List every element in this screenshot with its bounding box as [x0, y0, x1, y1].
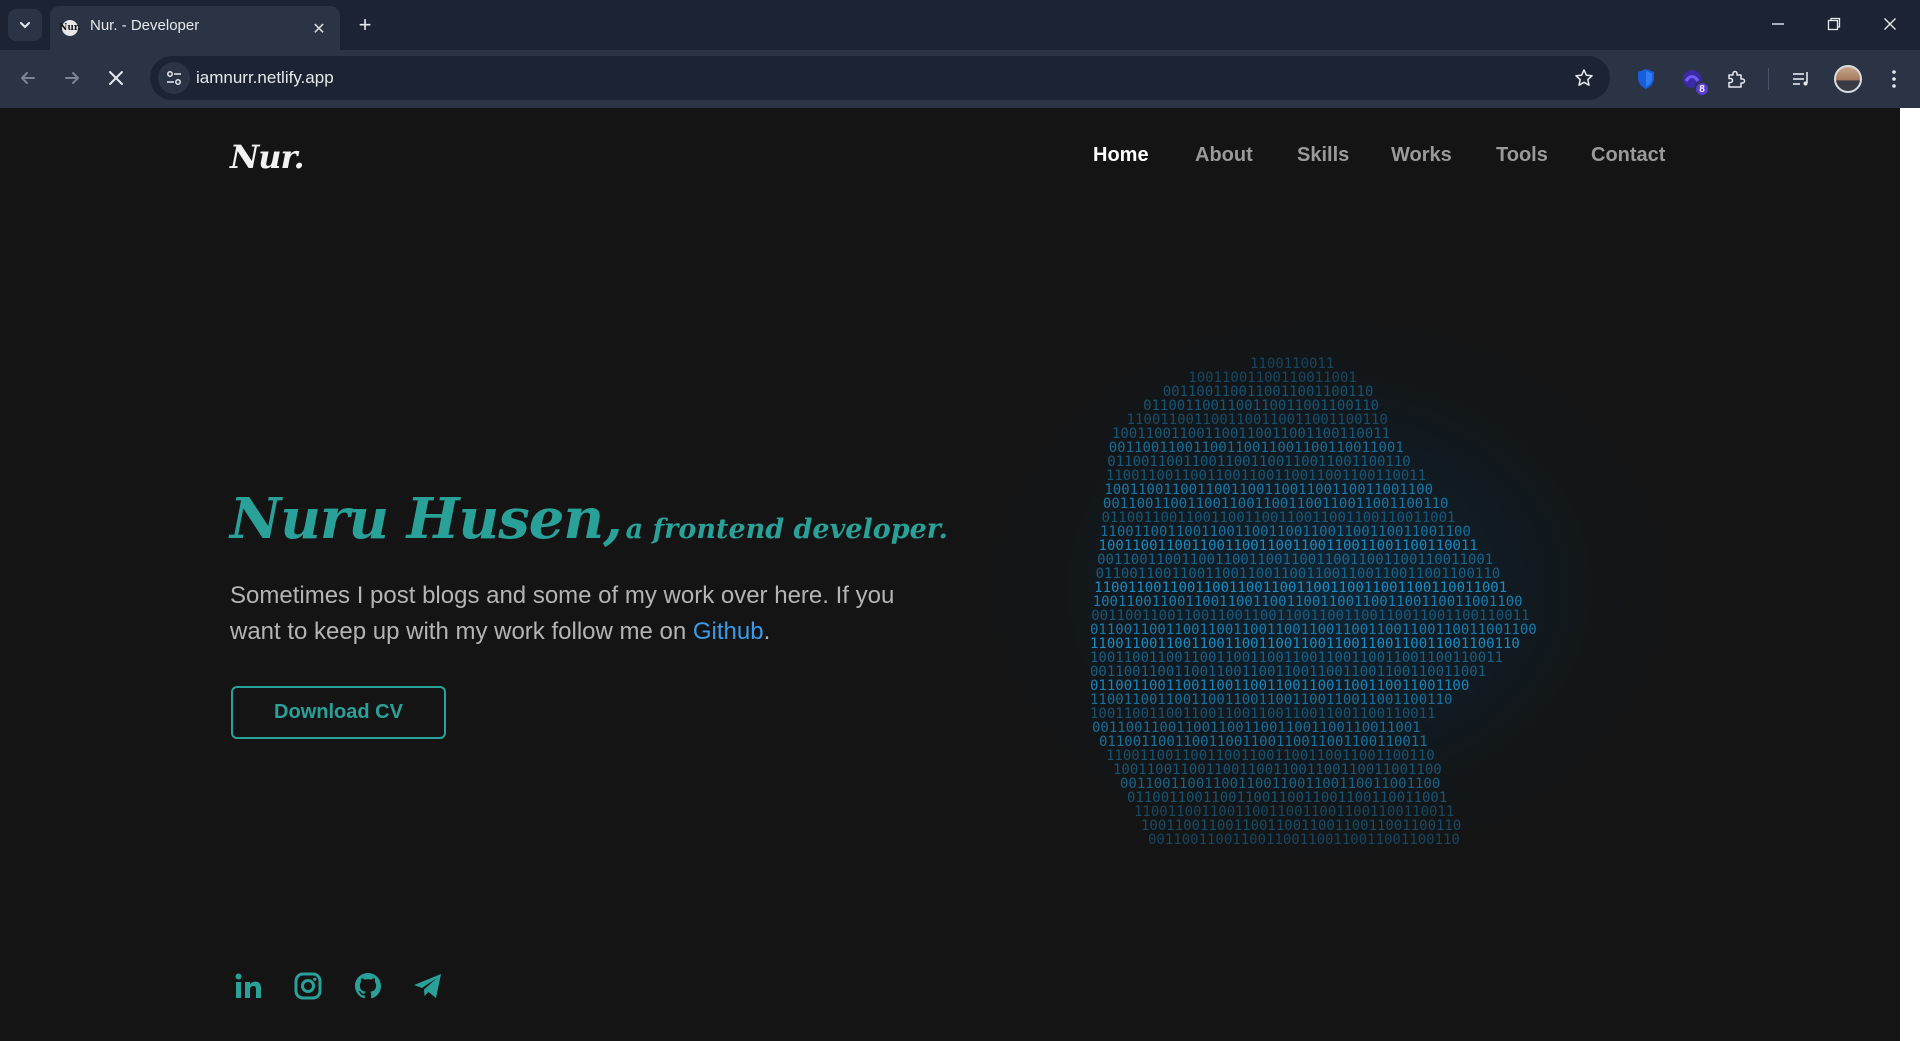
- hero-name: Nuru Husen,: [230, 486, 623, 552]
- stop-icon: [109, 71, 123, 85]
- chevron-down-icon: [20, 22, 30, 29]
- hero-heading: Nuru Husen, a frontend developer.: [230, 486, 948, 552]
- nav-contact[interactable]: Contact: [1591, 144, 1665, 167]
- browser-toolbar: iamnurr.netlify.app 8: [0, 50, 1920, 108]
- hero-role: a frontend developer.: [625, 514, 948, 545]
- media-controls-icon[interactable]: [1785, 63, 1817, 95]
- close-tab-icon[interactable]: ✕: [308, 17, 330, 39]
- url-text[interactable]: iamnurr.netlify.app: [196, 68, 334, 88]
- telegram-icon[interactable]: [410, 968, 446, 1004]
- arrow-left-icon: [21, 72, 35, 84]
- nav-about[interactable]: About: [1195, 144, 1253, 167]
- minimize-button[interactable]: [1758, 8, 1798, 40]
- restore-icon: [1827, 17, 1841, 31]
- menu-kebab-icon[interactable]: [1878, 63, 1910, 95]
- nav-skills[interactable]: Skills: [1297, 144, 1349, 167]
- extensions-puzzle-icon[interactable]: [1720, 63, 1752, 95]
- arrow-right-icon: [65, 72, 79, 84]
- github-icon[interactable]: [350, 968, 386, 1004]
- nav-tools[interactable]: Tools: [1496, 144, 1548, 167]
- hero-description: Sometimes I post blogs and some of my wo…: [230, 578, 910, 650]
- bookmark-star-icon[interactable]: [1572, 66, 1596, 90]
- new-tab-button[interactable]: +: [352, 12, 378, 38]
- purple-extension-icon[interactable]: 8: [1676, 63, 1710, 97]
- tune-icon: [167, 71, 181, 85]
- web-page: Nur. Home About Skills Works Tools Conta…: [0, 108, 1900, 1041]
- nav-works[interactable]: Works: [1391, 144, 1452, 167]
- restore-button[interactable]: [1814, 8, 1854, 40]
- linkedin-icon[interactable]: [230, 968, 266, 1004]
- instagram-icon[interactable]: [290, 968, 326, 1004]
- extension-badge: 8: [1694, 81, 1710, 97]
- site-info-button[interactable]: [158, 62, 190, 94]
- stop-loading-button[interactable]: [100, 62, 132, 94]
- close-window-button[interactable]: [1870, 8, 1910, 40]
- hero-text-before: Sometimes I post blogs and some of my wo…: [230, 582, 895, 645]
- site-logo[interactable]: Nur.: [230, 138, 305, 176]
- close-icon: [1884, 18, 1896, 30]
- favicon-icon: Nur.: [59, 20, 81, 36]
- browser-tab-strip: Nur. Nur. - Developer ✕ +: [0, 0, 1920, 50]
- shield-extension-icon[interactable]: [1630, 63, 1662, 95]
- github-link[interactable]: Github: [693, 618, 764, 645]
- hero-text-after: .: [763, 618, 771, 645]
- minimize-icon: [1772, 23, 1784, 25]
- toolbar-separator: [1768, 68, 1769, 90]
- back-button[interactable]: [12, 62, 44, 94]
- profile-avatar[interactable]: [1834, 65, 1862, 93]
- address-bar[interactable]: iamnurr.netlify.app: [150, 56, 1610, 100]
- page-scrollbar[interactable]: [1900, 108, 1920, 1041]
- browser-tab[interactable]: Nur. Nur. - Developer ✕: [50, 6, 340, 50]
- binary-row: 0011001100110011001100110011001100110: [1148, 832, 1460, 848]
- binary-face-illustration: 1100110011100110011001100110010011001100…: [930, 268, 1730, 908]
- download-cv-button[interactable]: Download CV: [231, 686, 446, 739]
- tab-search-button[interactable]: [8, 9, 42, 41]
- tab-title: Nur. - Developer: [90, 17, 200, 34]
- forward-button[interactable]: [56, 62, 88, 94]
- nav-home[interactable]: Home: [1093, 144, 1149, 167]
